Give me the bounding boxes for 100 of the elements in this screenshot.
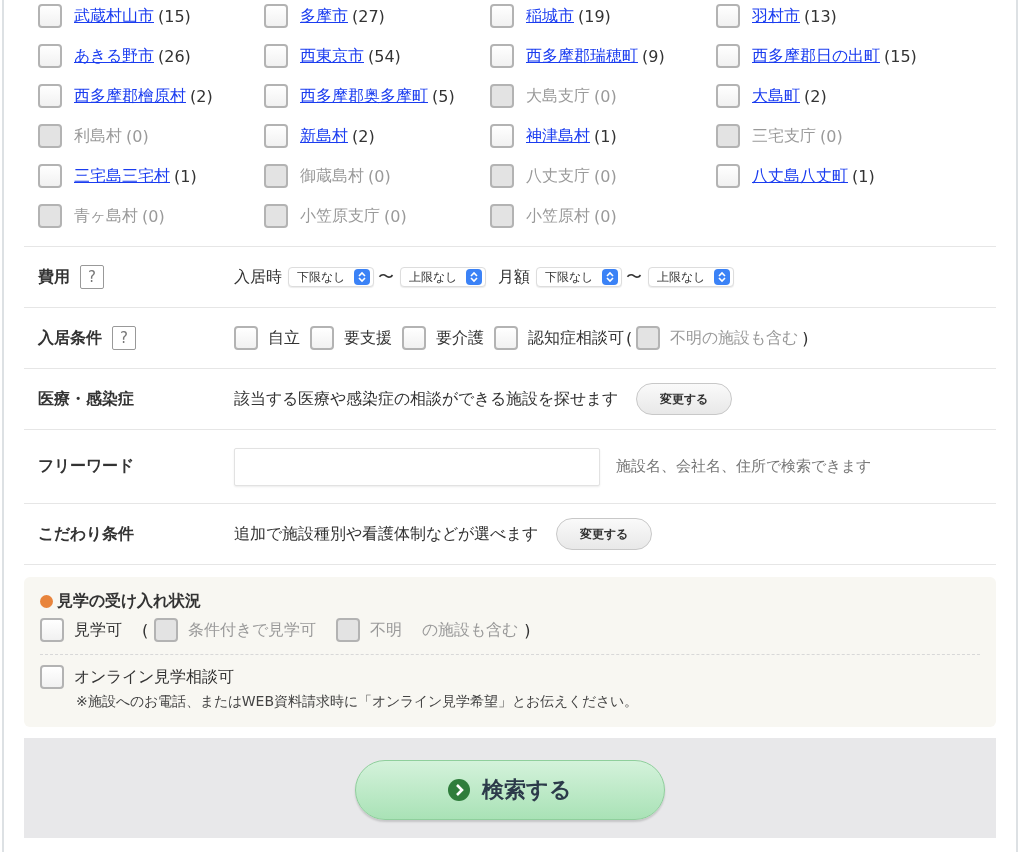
- area-count: (13): [804, 6, 837, 26]
- area-count: (5): [432, 86, 455, 106]
- option-label: 要支援: [344, 327, 392, 349]
- checkbox[interactable]: [40, 618, 64, 642]
- area-link[interactable]: 稲城市: [526, 5, 574, 27]
- range-separator: 〜: [626, 266, 642, 288]
- option-label: 要介護: [436, 327, 484, 349]
- area-count: (15): [158, 6, 191, 26]
- area-name: 大島支庁: [526, 85, 590, 107]
- area-link[interactable]: 武蔵村山市: [74, 5, 154, 27]
- area-count: (2): [804, 86, 827, 106]
- checkbox[interactable]: [38, 84, 62, 108]
- freeword-input[interactable]: [234, 447, 600, 486]
- area-count: (54): [368, 46, 401, 66]
- row-label: 費用: [38, 266, 70, 288]
- checkbox[interactable]: [264, 44, 288, 68]
- option-label: 不明: [370, 619, 403, 641]
- area-name: 青ヶ島村: [74, 205, 138, 227]
- area-count: (0): [594, 166, 617, 186]
- area-name: 御蔵島村: [300, 165, 364, 187]
- option-label: 条件付きで見学可: [188, 619, 317, 641]
- checkbox[interactable]: [40, 665, 64, 689]
- help-button[interactable]: ?: [80, 265, 104, 289]
- checkbox[interactable]: [716, 44, 740, 68]
- bullet-icon: [40, 595, 53, 608]
- area-link[interactable]: 西多摩郡瑞穂町: [526, 45, 638, 67]
- range-separator: 〜: [378, 266, 394, 288]
- area-link[interactable]: 大島町: [752, 85, 800, 107]
- area-count: (1): [852, 166, 875, 186]
- select-arrows-icon: [466, 269, 482, 285]
- range-label: 入居時: [234, 266, 282, 288]
- area-link[interactable]: 八丈島八丈町: [752, 165, 848, 187]
- area-link[interactable]: 新島村: [300, 125, 348, 147]
- area-name: 利島村: [74, 125, 122, 147]
- change-button[interactable]: 変更する: [636, 383, 732, 415]
- checkbox[interactable]: [716, 164, 740, 188]
- search-button[interactable]: 検索する: [355, 760, 665, 820]
- checkbox[interactable]: [310, 326, 334, 350]
- max-select[interactable]: 上限なし: [400, 267, 486, 287]
- checkbox[interactable]: [490, 44, 514, 68]
- row-label: フリーワード: [38, 456, 134, 477]
- row-label: 入居条件: [38, 327, 102, 349]
- area-count: (0): [142, 206, 165, 226]
- checkbox[interactable]: [38, 44, 62, 68]
- min-select[interactable]: 下限なし: [288, 267, 374, 287]
- paren-text: の施設も含む: [422, 619, 519, 641]
- area-count: (15): [884, 46, 917, 66]
- area-link[interactable]: あきる野市: [74, 45, 154, 67]
- max-select[interactable]: 上限なし: [648, 267, 734, 287]
- option-label: オンライン見学相談可: [74, 666, 234, 688]
- area-count: (9): [642, 46, 665, 66]
- checkbox[interactable]: [494, 326, 518, 350]
- checkbox[interactable]: [264, 124, 288, 148]
- option-label: 不明の施設も含む: [670, 327, 799, 349]
- area-count: (2): [352, 126, 375, 146]
- row-label: 医療・感染症: [38, 388, 134, 410]
- checkbox[interactable]: [490, 4, 514, 28]
- checkbox[interactable]: [716, 84, 740, 108]
- change-button[interactable]: 変更する: [556, 518, 652, 550]
- area-link[interactable]: 西多摩郡檜原村: [74, 85, 186, 107]
- area-count: (0): [384, 206, 407, 226]
- area-link[interactable]: 神津島村: [526, 125, 590, 147]
- area-count: (1): [594, 126, 617, 146]
- area-count: (0): [126, 126, 149, 146]
- help-button[interactable]: ?: [112, 326, 136, 350]
- min-select[interactable]: 下限なし: [536, 267, 622, 287]
- option-label: 自立: [268, 327, 300, 349]
- area-count: (26): [158, 46, 191, 66]
- area-link[interactable]: 西多摩郡奥多摩町: [300, 85, 428, 107]
- area-count: (2): [190, 86, 213, 106]
- option-label: 認知症相談可: [528, 327, 624, 349]
- area-name: 小笠原支庁: [300, 205, 380, 227]
- checkbox[interactable]: [234, 326, 258, 350]
- paren-text: (: [142, 620, 149, 640]
- checkbox[interactable]: [264, 84, 288, 108]
- option-label: 見学可: [74, 619, 122, 641]
- area-name: 小笠原村: [526, 205, 590, 227]
- checkbox[interactable]: [38, 164, 62, 188]
- checkbox[interactable]: [716, 4, 740, 28]
- area-count: (0): [368, 166, 391, 186]
- area-link[interactable]: 西多摩郡日の出町: [752, 45, 880, 67]
- panel-title: 見学の受け入れ状況: [57, 591, 201, 612]
- checkbox[interactable]: [264, 4, 288, 28]
- area-link[interactable]: 多摩市: [300, 5, 348, 27]
- checkbox[interactable]: [402, 326, 426, 350]
- paren-text: ): [524, 620, 531, 640]
- area-count: (1): [174, 166, 197, 186]
- area-count: (27): [352, 6, 385, 26]
- area-count: (0): [594, 206, 617, 226]
- checkbox[interactable]: [38, 4, 62, 28]
- area-link[interactable]: 西東京市: [300, 45, 364, 67]
- area-name: 三宅支庁: [752, 125, 816, 147]
- paren-text: (: [626, 328, 633, 348]
- note-text: ※施設へのお電話、またはWEB資料請求時に「オンライン見学希望」とお伝えください。: [76, 693, 640, 711]
- area-link[interactable]: 三宅島三宅村: [74, 165, 170, 187]
- area-link[interactable]: 羽村市: [752, 5, 800, 27]
- checkbox[interactable]: [490, 124, 514, 148]
- area-count: (19): [578, 6, 611, 26]
- row-description: 追加で施設種別や看護体制などが選べます: [234, 523, 538, 545]
- chevron-circle-icon: [448, 779, 470, 801]
